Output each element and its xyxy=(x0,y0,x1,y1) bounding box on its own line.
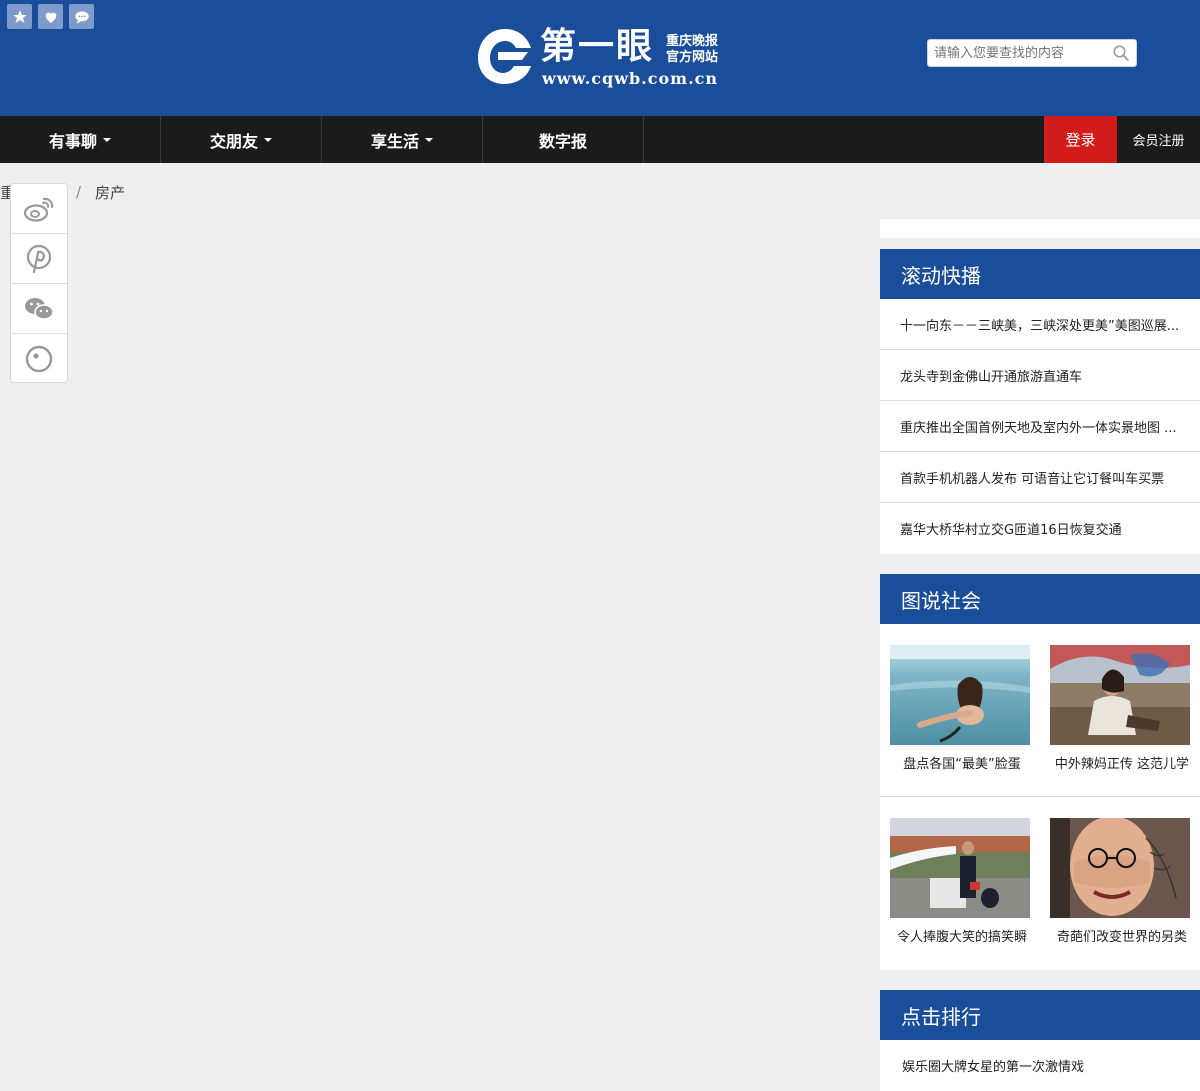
news-link[interactable]: 娱乐圈大牌女星的第一次激情戏 xyxy=(902,1056,1194,1075)
panel-photo-society: 图说社会 盘点各国“最美”脸蛋 中外辣妈正传 这范儿学 令人捧腹大笑的搞笑瞬 奇… xyxy=(880,574,1200,970)
news-link[interactable]: 嘉华大桥华村立交G匝道16日恢复交通 xyxy=(900,519,1192,538)
search-icon[interactable] xyxy=(1112,44,1130,62)
list-item[interactable]: 龙头寺到金佛山开通旅游直通车 xyxy=(880,350,1200,401)
weibo-icon xyxy=(23,197,54,222)
photo-card[interactable]: 中外辣妈正传 这范儿学 xyxy=(1050,645,1190,772)
login-button[interactable]: 登录 xyxy=(1044,116,1117,163)
main-nav: 有事聊 交朋友 享生活 数字报 登录 会员注册 xyxy=(0,116,1200,163)
panel-title: 滚动快播 xyxy=(880,249,1200,299)
photo-thumbnail[interactable] xyxy=(1050,818,1190,918)
share-bar xyxy=(10,183,68,383)
share-pinterest-button[interactable] xyxy=(11,234,67,284)
logo-sub-line1: 重庆晚报 xyxy=(666,34,719,49)
photo-caption[interactable]: 盘点各国“最美”脸蛋 xyxy=(890,753,1034,772)
photo-caption[interactable]: 奇葩们改变世界的另类 xyxy=(1050,926,1194,945)
sidebar-top-strip xyxy=(880,219,1200,238)
nav-item-label: 数字报 xyxy=(538,131,587,151)
nav-item-chat[interactable]: 有事聊 xyxy=(0,116,161,163)
breadcrumb-current: 房产 xyxy=(95,183,126,202)
share-weibo-button[interactable] xyxy=(11,184,67,234)
caret-down-icon xyxy=(425,137,433,142)
search-box xyxy=(927,39,1137,67)
circle-icon xyxy=(25,345,53,373)
photo-card[interactable]: 令人捧腹大笑的搞笑瞬 xyxy=(890,818,1030,945)
photo-thumbnail[interactable] xyxy=(1050,645,1190,745)
panel-scroll-news: 滚动快播 十一向东－－三峡美，三峡深处更美”美图巡展... 龙头寺到金佛山开通旅… xyxy=(880,249,1200,554)
pinterest-icon xyxy=(26,244,52,273)
logo-mark-icon xyxy=(478,29,531,84)
site-logo[interactable]: 第一眼 重庆晚报 官方网站 www.cqwb.com.cn xyxy=(476,24,726,90)
list-item[interactable]: 娱乐圈大牌女星的第一次激情戏 xyxy=(880,1040,1200,1091)
news-link[interactable]: 龙头寺到金佛山开通旅游直通车 xyxy=(900,366,1192,385)
photo-card[interactable]: 奇葩们改变世界的另类 xyxy=(1050,818,1190,945)
site-header: 第一眼 重庆晚报 官方网站 www.cqwb.com.cn xyxy=(0,0,1200,116)
nav-item-digital-paper[interactable]: 数字报 xyxy=(483,116,644,163)
search-input[interactable] xyxy=(928,40,1108,66)
list-item[interactable]: 十一向东－－三峡美，三峡深处更美”美图巡展... xyxy=(880,299,1200,350)
list-item[interactable]: 嘉华大桥华村立交G匝道16日恢复交通 xyxy=(880,503,1200,554)
nav-item-label: 有事聊 xyxy=(48,131,97,151)
panel-ranking: 点击排行 娱乐圈大牌女星的第一次激情戏 xyxy=(880,990,1200,1091)
photo-thumbnail[interactable] xyxy=(890,818,1030,918)
news-link[interactable]: 重庆推出全国首例天地及室内外一体实景地图 ... xyxy=(900,417,1192,436)
nav-item-label: 交朋友 xyxy=(209,131,258,151)
star-icon[interactable] xyxy=(7,4,32,29)
logo-url: www.cqwb.com.cn xyxy=(542,69,719,88)
photo-card[interactable]: 盘点各国“最美”脸蛋 xyxy=(890,645,1030,772)
nav-item-life[interactable]: 享生活 xyxy=(322,116,483,163)
top-icon-group xyxy=(7,4,94,29)
news-link[interactable]: 首款手机机器人发布 可语音让它订餐叫车买票 xyxy=(900,468,1192,487)
logo-sub-line2: 官方网站 xyxy=(666,50,719,65)
breadcrumb-separator: / xyxy=(76,183,82,201)
panel-title: 图说社会 xyxy=(880,574,1200,624)
photo-thumbnail[interactable] xyxy=(890,645,1030,745)
nav-item-label: 享生活 xyxy=(370,131,419,151)
share-circle-button[interactable] xyxy=(11,334,67,384)
photo-row: 盘点各国“最美”脸蛋 中外辣妈正传 这范儿学 xyxy=(880,624,1200,797)
share-wechat-button[interactable] xyxy=(11,284,67,334)
caret-down-icon xyxy=(103,137,111,142)
caret-down-icon xyxy=(264,137,272,142)
list-item[interactable]: 首款手机机器人发布 可语音让它订餐叫车买票 xyxy=(880,452,1200,503)
register-button[interactable]: 会员注册 xyxy=(1117,116,1200,163)
list-item[interactable]: 重庆推出全国首例天地及室内外一体实景地图 ... xyxy=(880,401,1200,452)
photo-caption[interactable]: 中外辣妈正传 这范儿学 xyxy=(1050,753,1194,772)
panel-title: 点击排行 xyxy=(880,990,1200,1040)
wechat-icon xyxy=(25,297,54,320)
logo-main-text: 第一眼 xyxy=(540,25,655,67)
news-link[interactable]: 十一向东－－三峡美，三峡深处更美”美图巡展... xyxy=(900,315,1192,334)
nav-item-friends[interactable]: 交朋友 xyxy=(161,116,322,163)
logo-subtitle: 重庆晚报 官方网站 xyxy=(666,34,726,66)
heart-icon[interactable] xyxy=(38,4,63,29)
photo-caption[interactable]: 令人捧腹大笑的搞笑瞬 xyxy=(890,926,1034,945)
chat-icon[interactable] xyxy=(69,4,94,29)
photo-row: 令人捧腹大笑的搞笑瞬 奇葩们改变世界的另类 xyxy=(880,797,1200,970)
